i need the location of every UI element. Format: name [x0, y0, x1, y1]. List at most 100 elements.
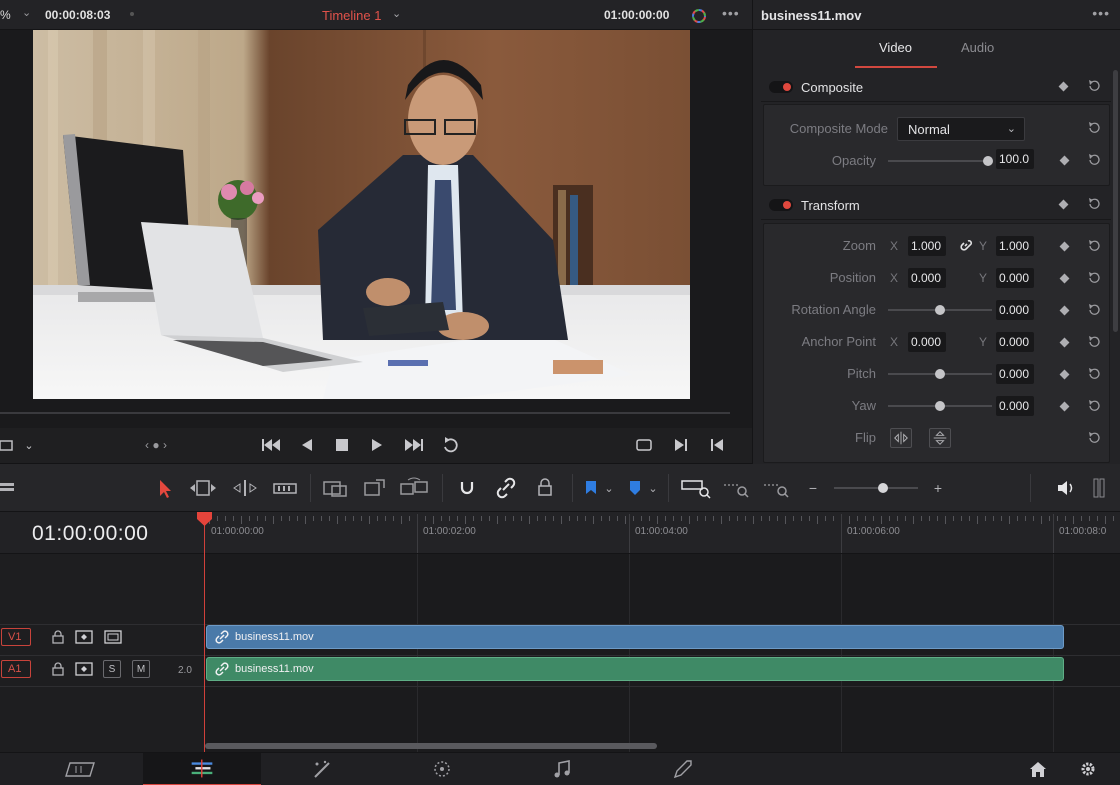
auto-select-icon[interactable]: [75, 661, 93, 677]
edit-page-icon[interactable]: [143, 753, 261, 785]
deliver-page-icon[interactable]: [623, 753, 741, 785]
pitch-reset-icon[interactable]: [1087, 367, 1101, 381]
flip-reset-icon[interactable]: [1087, 431, 1101, 445]
play-icon[interactable]: [368, 434, 386, 456]
anchor-keyframe-icon[interactable]: [1059, 337, 1070, 348]
loop-icon[interactable]: [440, 434, 462, 456]
anchor-x-field[interactable]: 0.000: [908, 332, 946, 352]
anchor-y-field[interactable]: 0.000: [996, 332, 1034, 352]
composite-mode-select[interactable]: Normal ⌄: [897, 117, 1025, 141]
video-clip[interactable]: business11.mov: [206, 625, 1064, 649]
timeline-zoom-knob[interactable]: [878, 483, 888, 493]
transform-section-header[interactable]: Transform: [761, 190, 1111, 220]
settings-gear-icon[interactable]: [1070, 753, 1106, 785]
insert-clip-icon[interactable]: [320, 476, 350, 500]
link-icon[interactable]: [959, 238, 973, 252]
match-frame-icon[interactable]: [633, 434, 655, 456]
zoom-x-field[interactable]: 1.000: [908, 236, 946, 256]
blade-tool-icon[interactable]: [272, 476, 298, 500]
opacity-value[interactable]: 100.0: [996, 149, 1034, 169]
viewer-scrub-bar[interactable]: [0, 412, 730, 414]
zoom-y-field[interactable]: 1.000: [996, 236, 1034, 256]
rotation-reset-icon[interactable]: [1087, 303, 1101, 317]
replace-clip-icon[interactable]: [398, 476, 430, 500]
flag-icon[interactable]: [583, 476, 599, 500]
zoom-dropdown-icon[interactable]: ⌄: [22, 6, 31, 19]
track-area[interactable]: business11.mov business11.mov: [205, 554, 1120, 752]
flip-vertical-icon[interactable]: [929, 428, 951, 448]
viewer-display-icon[interactable]: [0, 434, 22, 456]
auto-select-icon[interactable]: [75, 629, 93, 645]
position-lock-icon[interactable]: [534, 476, 556, 500]
zoom-out-icon[interactable]: −: [806, 476, 820, 500]
pitch-keyframe-icon[interactable]: [1059, 369, 1070, 380]
mute-button[interactable]: M: [132, 660, 150, 678]
flag-dropdown-icon[interactable]: ⌄: [602, 476, 616, 500]
color-wheel-icon[interactable]: [690, 7, 708, 25]
opacity-reset-icon[interactable]: [1087, 153, 1101, 167]
zoom-full-icon[interactable]: [680, 476, 712, 500]
opacity-slider-knob[interactable]: [983, 156, 993, 166]
fusion-page-icon[interactable]: [263, 753, 381, 785]
transform-enable-toggle[interactable]: [769, 199, 793, 211]
track-lock-icon[interactable]: [49, 661, 67, 677]
audio-clip[interactable]: business11.mov: [206, 657, 1064, 681]
overwrite-clip-icon[interactable]: [362, 476, 388, 500]
stop-icon[interactable]: [333, 434, 351, 456]
zoom-custom-icon[interactable]: [762, 476, 792, 500]
playhead-line[interactable]: [204, 520, 205, 752]
composite-enable-toggle[interactable]: [769, 81, 793, 93]
home-icon[interactable]: [1020, 753, 1056, 785]
media-page-icon[interactable]: [22, 753, 140, 785]
dynamic-trim-icon[interactable]: [230, 476, 260, 500]
track-lock-icon[interactable]: [49, 629, 67, 645]
previous-edit-icon[interactable]: [708, 434, 726, 456]
pitch-field[interactable]: 0.000: [996, 364, 1034, 384]
tab-audio[interactable]: Audio: [961, 40, 994, 55]
composite-mode-reset-icon[interactable]: [1087, 121, 1101, 135]
transform-keyframe-icon[interactable]: [1058, 199, 1069, 210]
audio-meter-icon[interactable]: [1092, 476, 1106, 500]
rotation-keyframe-icon[interactable]: [1059, 305, 1070, 316]
zoom-in-icon[interactable]: +: [931, 476, 945, 500]
pitch-slider-knob[interactable]: [935, 369, 945, 379]
anchor-reset-icon[interactable]: [1087, 335, 1101, 349]
zoom-keyframe-icon[interactable]: [1059, 241, 1070, 252]
tab-video[interactable]: Video: [879, 40, 912, 55]
opacity-keyframe-icon[interactable]: [1059, 155, 1070, 166]
timeline-view-options-icon[interactable]: [0, 476, 18, 500]
timeline-dropdown-icon[interactable]: ⌄: [392, 7, 401, 20]
timeline-ruler[interactable]: 01:00:00:00 01:00:02:00 01:00:04:00 01:0…: [205, 512, 1120, 554]
jog-control-icon[interactable]: ‹ ● ›: [132, 434, 180, 456]
inspector-options-icon[interactable]: •••: [1092, 5, 1110, 21]
track-name-v1[interactable]: V1: [1, 628, 31, 646]
track-visibility-icon[interactable]: [104, 629, 122, 645]
composite-section-header[interactable]: Composite: [761, 72, 1111, 102]
viewer[interactable]: [0, 30, 752, 428]
go-to-end-icon[interactable]: [403, 434, 425, 456]
zoom-detail-icon[interactable]: [722, 476, 752, 500]
play-reverse-icon[interactable]: [298, 434, 316, 456]
marker-dropdown-icon[interactable]: ⌄: [646, 476, 660, 500]
solo-button[interactable]: S: [103, 660, 121, 678]
yaw-field[interactable]: 0.000: [996, 396, 1034, 416]
position-reset-icon[interactable]: [1087, 271, 1101, 285]
linked-selection-icon[interactable]: [495, 476, 517, 500]
viewer-options-icon[interactable]: •••: [722, 5, 740, 21]
timeline-current-timecode[interactable]: 01:00:00:00: [32, 522, 148, 546]
volume-icon[interactable]: [1055, 476, 1077, 500]
position-y-field[interactable]: 0.000: [996, 268, 1034, 288]
position-keyframe-icon[interactable]: [1059, 273, 1070, 284]
marker-icon[interactable]: [627, 476, 643, 500]
flip-horizontal-icon[interactable]: [890, 428, 912, 448]
next-edit-icon[interactable]: [672, 434, 690, 456]
viewer-display-dropdown-icon[interactable]: ⌄: [22, 434, 36, 456]
position-x-field[interactable]: 0.000: [908, 268, 946, 288]
track-name-a1[interactable]: A1: [1, 660, 31, 678]
rotation-slider-knob[interactable]: [935, 305, 945, 315]
yaw-keyframe-icon[interactable]: [1059, 401, 1070, 412]
composite-keyframe-icon[interactable]: [1058, 81, 1069, 92]
go-to-start-icon[interactable]: [260, 434, 282, 456]
timeline-zoom-slider[interactable]: [834, 487, 918, 489]
yaw-slider-knob[interactable]: [935, 401, 945, 411]
